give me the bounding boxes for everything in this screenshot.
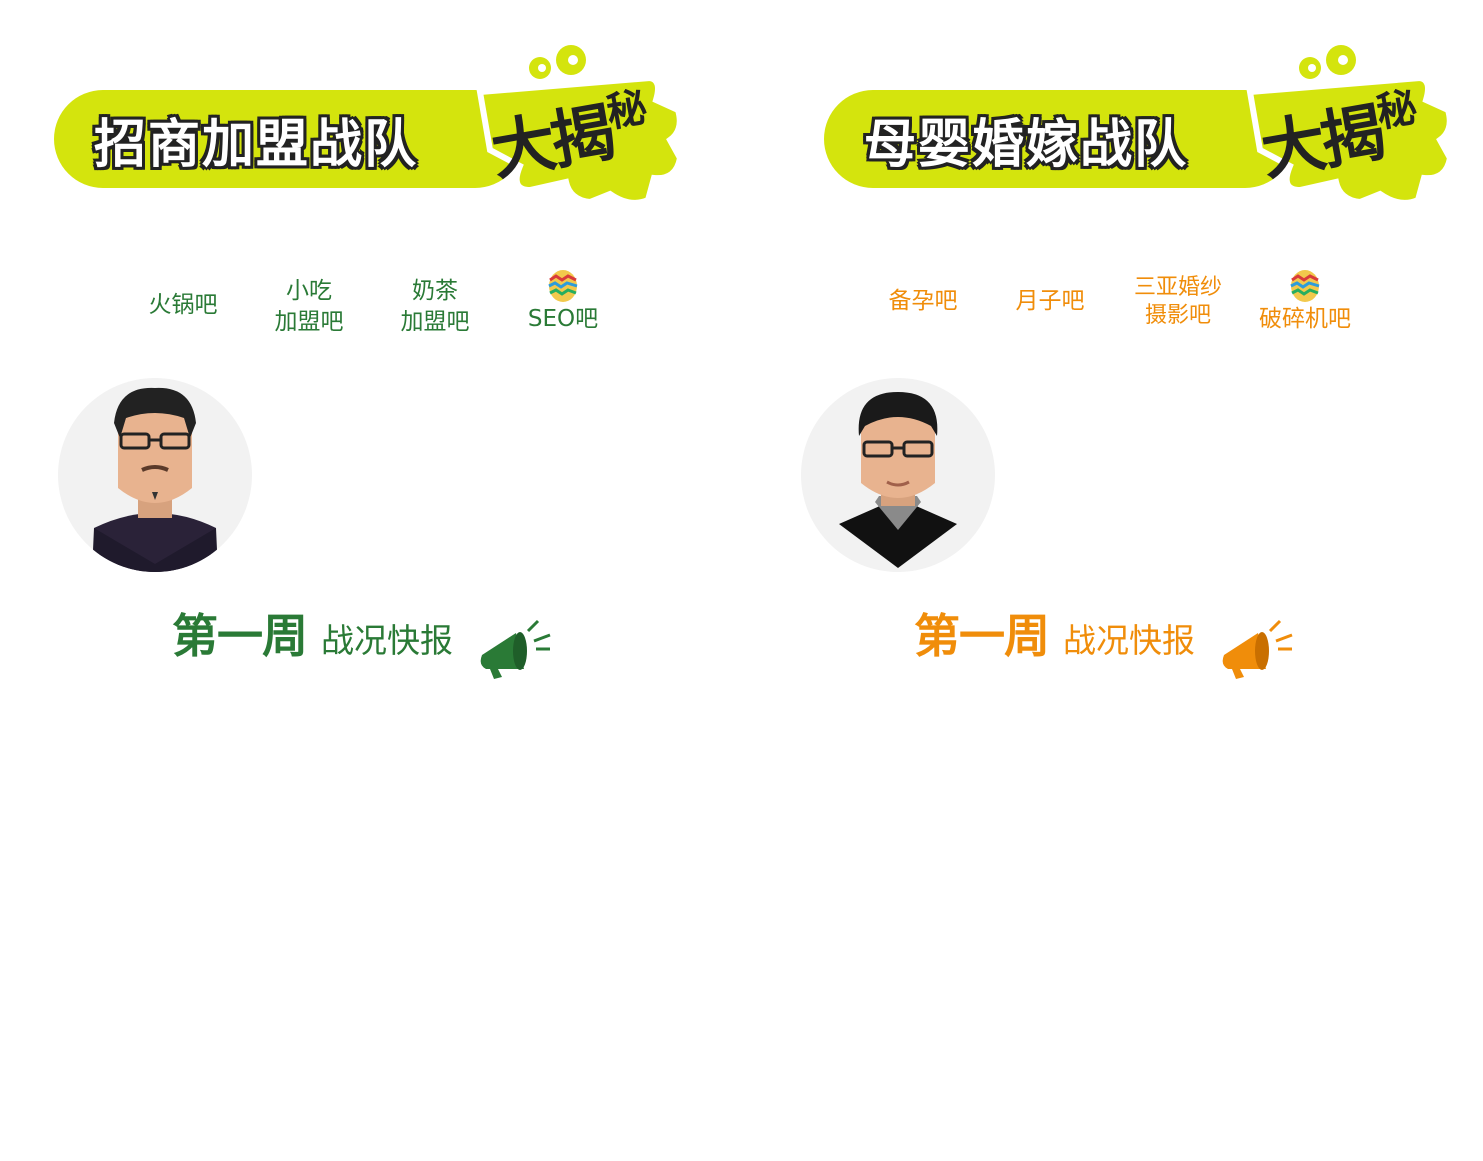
category-nav: 备孕吧 月子吧 三亚婚纱 摄影吧 破碎机吧	[742, 268, 1483, 348]
megaphone-icon	[480, 619, 551, 679]
right-team-panel: 母婴婚嫁战队 大揭秘 备孕吧 月子吧 三亚婚纱 摄影吧 破碎机吧 第一周 战况快…	[742, 0, 1483, 1161]
weekly-report-heading: 第一周 战况快报	[172, 600, 554, 679]
avatar	[801, 378, 995, 572]
banner-reveal-small: 秘	[1373, 85, 1417, 137]
report-label: 战况快报	[321, 621, 453, 660]
man-with-glasses-avatar-icon	[92, 387, 218, 572]
category-link-seo[interactable]: SEO吧	[508, 268, 618, 335]
banner-title: 母婴婚嫁战队	[864, 115, 1189, 175]
category-link-milktea-franchise[interactable]: 奶茶 加盟吧	[380, 276, 490, 338]
left-team-panel: 招商加盟战队 大揭秘 火锅吧 小吃 加盟吧 奶茶 加盟吧 SEO吧 第一周 战况…	[0, 0, 741, 1161]
category-link-crusher[interactable]: 破碎机吧	[1250, 268, 1360, 335]
report-week: 第一周	[914, 609, 1050, 663]
report-label: 战况快报	[1063, 621, 1195, 660]
report-week: 第一周	[172, 609, 308, 663]
megaphone-icon	[1222, 619, 1293, 679]
category-link-pregnancy-prep[interactable]: 备孕吧	[868, 286, 978, 317]
man-with-glasses-avatar-icon	[839, 392, 957, 568]
category-link-sanya-wedding-photo[interactable]: 三亚婚纱 摄影吧	[1123, 274, 1233, 330]
easter-egg-icon	[1290, 270, 1320, 302]
category-label: SEO吧	[527, 306, 599, 332]
banner-reveal-small: 秘	[603, 85, 647, 137]
category-link-postpartum[interactable]: 月子吧	[995, 286, 1105, 317]
category-link-hotpot[interactable]: 火锅吧	[128, 290, 238, 321]
banner-title: 招商加盟战队	[94, 115, 419, 175]
category-label: 破碎机吧	[1259, 306, 1351, 332]
avatar	[58, 378, 252, 572]
category-link-snack-franchise[interactable]: 小吃 加盟吧	[254, 276, 364, 338]
easter-egg-icon	[548, 270, 578, 302]
category-nav: 火锅吧 小吃 加盟吧 奶茶 加盟吧 SEO吧	[0, 268, 741, 348]
weekly-report-heading: 第一周 战况快报	[914, 600, 1296, 679]
team-banner: 母婴婚嫁战队 大揭秘	[820, 40, 1450, 205]
team-banner: 招商加盟战队 大揭秘	[50, 40, 680, 205]
